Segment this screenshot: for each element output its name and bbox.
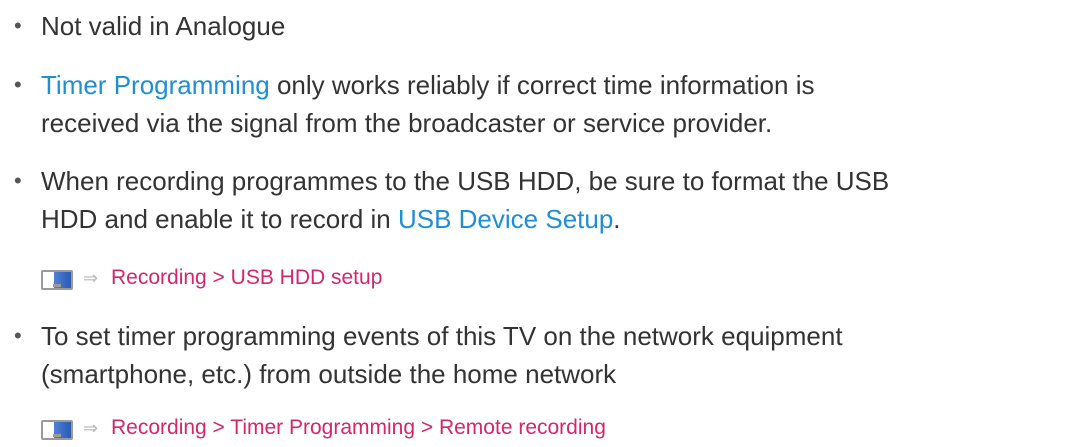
bullet-marker: • (14, 13, 22, 38)
menu-reference[interactable]: ⇒ Recording > Timer Programming > Remote… (41, 412, 606, 444)
tv-menu-icon (41, 268, 77, 290)
list-item-text: To set timer programming events of this … (41, 317, 1089, 393)
arrow-icon: ⇒ (83, 267, 99, 288)
tv-menu-icon (41, 418, 77, 440)
item-text: Not valid in Analogue (41, 11, 286, 41)
menu-path[interactable]: Recording > USB HDD setup (111, 266, 382, 290)
item-text: To set timer programming events of this … (41, 321, 843, 351)
item-text-line2: received via the signal from the broadca… (41, 108, 773, 138)
item-text: When recording programmes to the USB HDD… (41, 166, 890, 196)
item-text-line2: HDD and enable it to record in (41, 204, 398, 234)
notes-section: • Not valid in Analogue • Timer Programm… (0, 0, 1089, 447)
arrow-icon: ⇒ (83, 417, 99, 438)
menu-reference[interactable]: ⇒ Recording > USB HDD setup (41, 262, 382, 294)
item-text-line2: (smartphone, etc.) from outside the home… (41, 359, 617, 389)
bullet-marker: • (14, 323, 22, 348)
item-text-end: . (613, 204, 621, 234)
list-item-text: When recording programmes to the USB HDD… (41, 162, 1089, 238)
list-item-text: Timer Programming only works reliably if… (41, 66, 1089, 142)
bullet-marker: • (14, 72, 22, 97)
usb-device-setup-link[interactable]: USB Device Setup (398, 204, 613, 234)
bullet-marker: • (14, 168, 22, 193)
list-item-text: Not valid in Analogue (41, 7, 1089, 45)
menu-path[interactable]: Recording > Timer Programming > Remote r… (111, 416, 606, 440)
item-text: only works reliably if correct time info… (269, 70, 815, 100)
timer-programming-link[interactable]: Timer Programming (41, 70, 270, 100)
